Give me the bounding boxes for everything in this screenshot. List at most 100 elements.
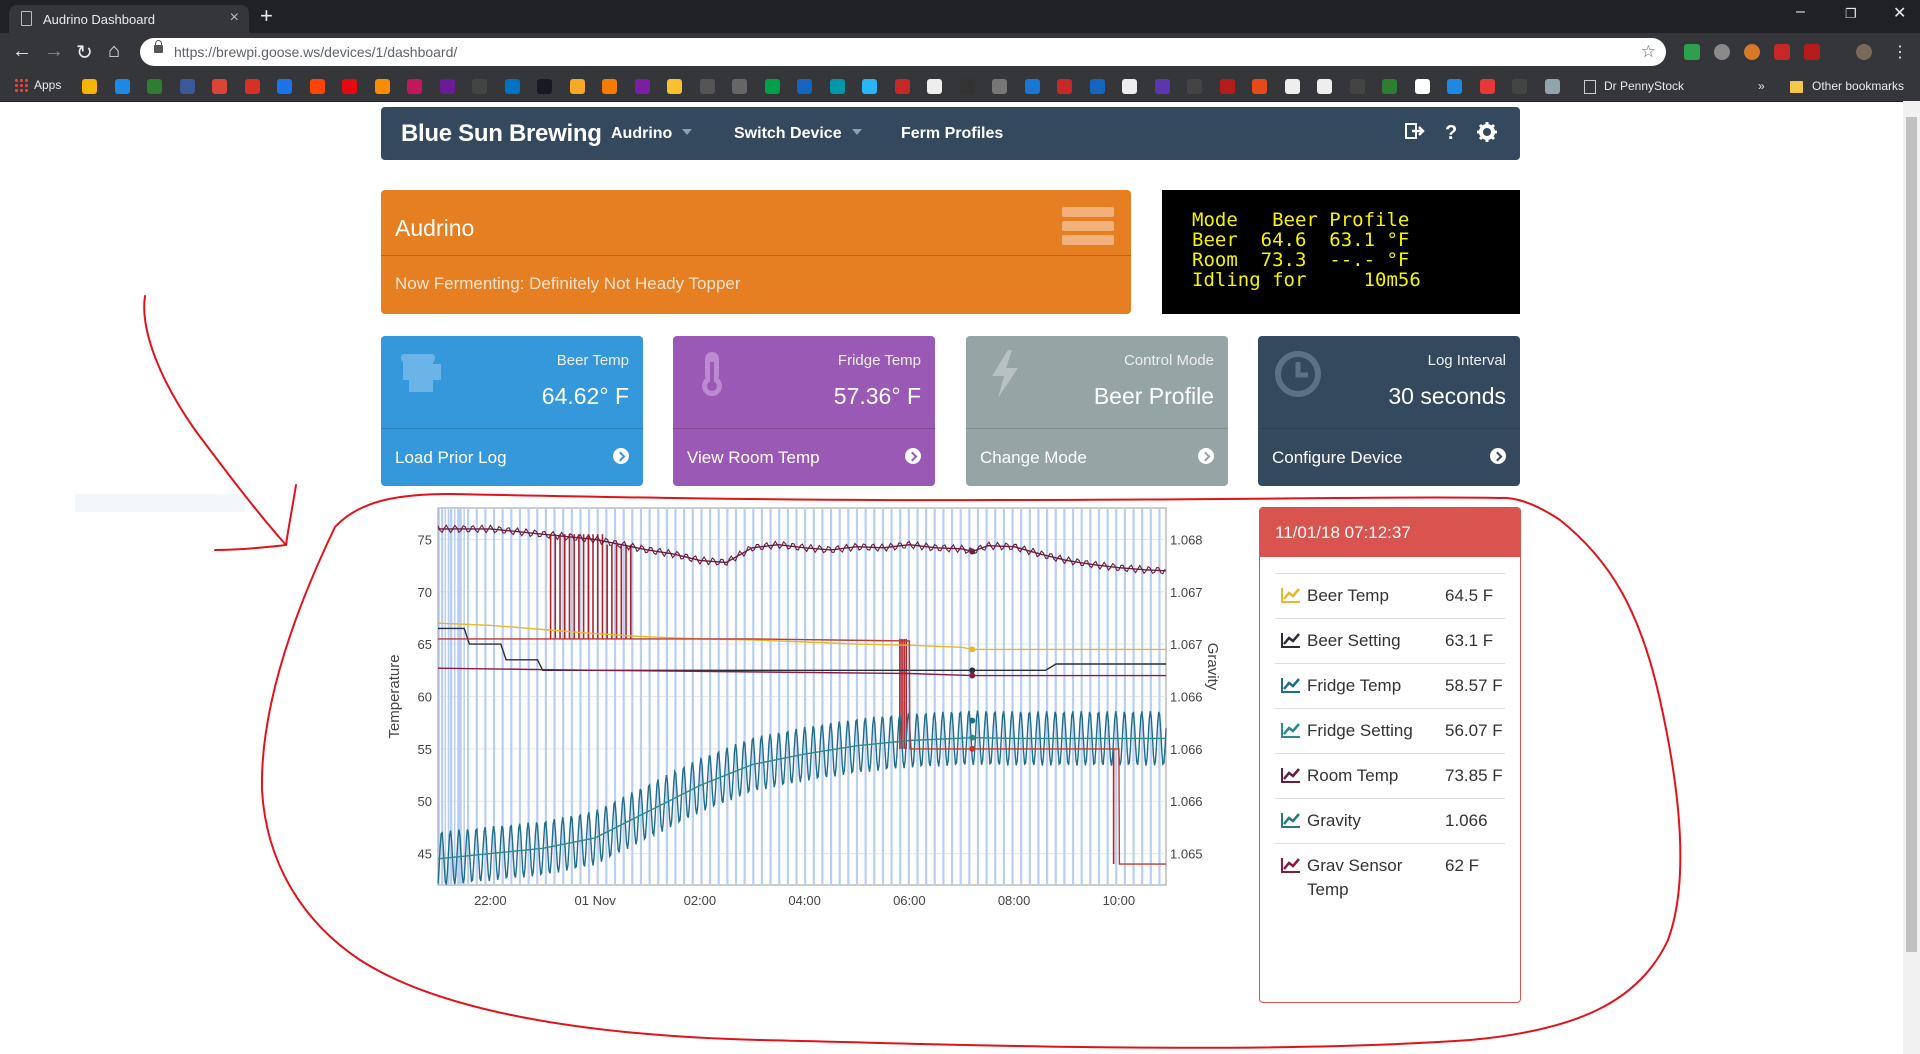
bookmark-favicon-icon[interactable] (244, 79, 260, 94)
configure-device-button[interactable]: Configure Device (1258, 428, 1520, 486)
bookmark-favicon-icon[interactable] (927, 79, 942, 94)
bookmark-favicon-icon[interactable] (1089, 79, 1105, 94)
load-prior-log-button[interactable]: Load Prior Log (381, 428, 643, 486)
bookmark-favicon-icon[interactable] (569, 79, 585, 94)
reload-icon[interactable]: ↻ (76, 40, 93, 65)
temperature-chart[interactable]: 22:00 01 Nov 02:00 04:00 06:00 08:00 10:00 75 70… (380, 498, 1220, 918)
ghost-watermark (75, 494, 245, 512)
logout-icon[interactable] (1405, 122, 1425, 146)
bookmark-favicon-icon[interactable] (1219, 79, 1235, 94)
bookmark-favicon-icon[interactable] (277, 79, 292, 94)
tab-close-icon[interactable]: × (230, 9, 239, 27)
bookmark-favicon-icon[interactable] (1382, 79, 1397, 94)
extension-icon[interactable] (1774, 44, 1790, 60)
device-name: Audrino (395, 215, 475, 241)
bookmark-favicon-icon[interactable] (147, 79, 162, 94)
settings-icon[interactable] (1477, 122, 1497, 148)
nav-switch-device-dropdown[interactable]: Switch Device (734, 125, 862, 143)
bookmark-favicon-icon[interactable] (699, 79, 715, 94)
scrollbar-thumb[interactable] (1906, 117, 1917, 952)
home-icon[interactable]: ⌂ (108, 40, 120, 63)
forward-icon[interactable]: → (44, 40, 64, 63)
help-icon[interactable]: ? (1445, 122, 1457, 145)
card-label: Control Mode (1123, 352, 1214, 369)
bookmark-drpennystock[interactable]: Dr PennyStock (1604, 79, 1684, 93)
bookmark-favicon-icon[interactable] (1057, 79, 1072, 94)
bookmark-favicon-icon[interactable] (959, 79, 975, 94)
arrow-circle-right-icon (1490, 448, 1506, 464)
y2-tick-label: 1.066 (1170, 690, 1203, 705)
new-tab-icon[interactable]: + (260, 3, 273, 29)
change-mode-button[interactable]: Change Mode (966, 428, 1228, 486)
bookmark-favicon-icon[interactable] (894, 79, 910, 94)
bookmark-favicon-icon[interactable] (1544, 79, 1560, 94)
nav-ferm-profiles[interactable]: Ferm Profiles (901, 125, 1003, 143)
fridge-temp-card: Fridge Temp 57.36° F View Room Temp (673, 336, 935, 486)
bookmark-favicon-icon[interactable] (504, 79, 520, 94)
bookmark-favicon-icon[interactable] (179, 79, 195, 94)
bookmark-favicon-icon[interactable] (1479, 79, 1495, 94)
bookmark-star-icon[interactable]: ☆ (1641, 42, 1656, 62)
folder-icon (1790, 81, 1803, 93)
bookmark-favicon-icon[interactable] (407, 79, 422, 94)
nav-device-dropdown[interactable]: Audrino (611, 125, 693, 143)
close-window-icon[interactable]: ✕ (1893, 3, 1906, 23)
extension-icon[interactable] (1744, 44, 1760, 60)
profile-avatar[interactable] (1856, 44, 1872, 60)
bookmark-favicon-icon[interactable] (862, 79, 877, 94)
bookmark-favicon-icon[interactable] (1317, 79, 1332, 94)
url-text[interactable]: https://brewpi.goose.ws/devices/1/dashbo… (174, 44, 457, 60)
apps-bookmark[interactable]: Apps (14, 78, 61, 92)
bookmark-favicon-icon[interactable] (1512, 79, 1527, 94)
bookmark-favicon-icon[interactable] (602, 79, 617, 94)
brand-link[interactable]: Blue Sun Brewing (401, 120, 602, 148)
other-bookmarks[interactable]: Other bookmarks (1812, 79, 1904, 93)
bookmark-favicon-icon[interactable] (82, 79, 97, 94)
line-chart-icon (1281, 633, 1300, 648)
lcd-display: Mode Beer Profile Beer 64.6 63.1 °F Room… (1162, 190, 1520, 314)
view-room-temp-button[interactable]: View Room Temp (673, 428, 935, 486)
bookmark-favicon-icon[interactable] (634, 79, 650, 94)
y-tick-label: 75 (418, 532, 432, 547)
y-tick-label: 65 (418, 637, 432, 652)
bookmark-favicon-icon[interactable] (342, 79, 357, 94)
bookmark-favicon-icon[interactable] (1284, 79, 1300, 94)
card-action: Configure Device (1272, 448, 1403, 467)
bookmark-favicon-icon[interactable] (439, 79, 455, 94)
bookmarks-overflow[interactable]: » (1758, 79, 1765, 93)
bookmark-favicon-icon[interactable] (667, 79, 682, 94)
address-bar[interactable]: https://brewpi.goose.ws/devices/1/dashbo… (140, 38, 1666, 66)
card-label: Log Interval (1427, 352, 1506, 369)
bookmark-favicon-icon[interactable] (1122, 79, 1137, 94)
bookmark-favicon-icon[interactable] (797, 79, 812, 94)
bookmark-favicon-icon[interactable] (472, 79, 487, 94)
extension-icon[interactable] (1714, 44, 1730, 60)
restore-icon[interactable]: ❐ (1845, 6, 1857, 22)
bookmark-favicon-icon[interactable] (212, 79, 227, 94)
x-tick-label: 10:00 (1103, 893, 1136, 908)
extension-icon[interactable] (1684, 44, 1700, 60)
bookmark-favicon-icon[interactable] (1024, 79, 1040, 94)
bookmark-favicon-icon[interactable] (537, 79, 552, 94)
browser-tab[interactable]: Audrino Dashboard × (9, 5, 249, 33)
bookmark-favicon-icon[interactable] (1187, 79, 1202, 94)
bookmark-favicon-icon[interactable] (829, 79, 845, 94)
bookmark-favicon-icon[interactable] (1447, 79, 1462, 94)
bookmark-favicon-icon[interactable] (374, 79, 390, 94)
status-value: 64.5 F (1445, 586, 1494, 605)
arrow-circle-right-icon (613, 448, 629, 464)
bookmark-favicon-icon[interactable] (1154, 79, 1170, 94)
extension-icon[interactable] (1804, 44, 1820, 60)
minimize-icon[interactable]: – (1796, 3, 1805, 21)
menu-icon[interactable]: ⋮ (1892, 42, 1908, 62)
bookmark-favicon-icon[interactable] (764, 79, 780, 94)
bookmark-favicon-icon[interactable] (309, 79, 325, 94)
bookmark-favicon-icon[interactable] (992, 79, 1007, 94)
x-tick-label: 01 Nov (575, 893, 617, 908)
back-icon[interactable]: ← (12, 40, 32, 63)
bookmark-favicon-icon[interactable] (1252, 79, 1267, 94)
bookmark-favicon-icon[interactable] (114, 79, 130, 94)
bookmark-favicon-icon[interactable] (732, 79, 747, 94)
bookmark-favicon-icon[interactable] (1414, 79, 1430, 94)
bookmark-favicon-icon[interactable] (1349, 79, 1365, 94)
